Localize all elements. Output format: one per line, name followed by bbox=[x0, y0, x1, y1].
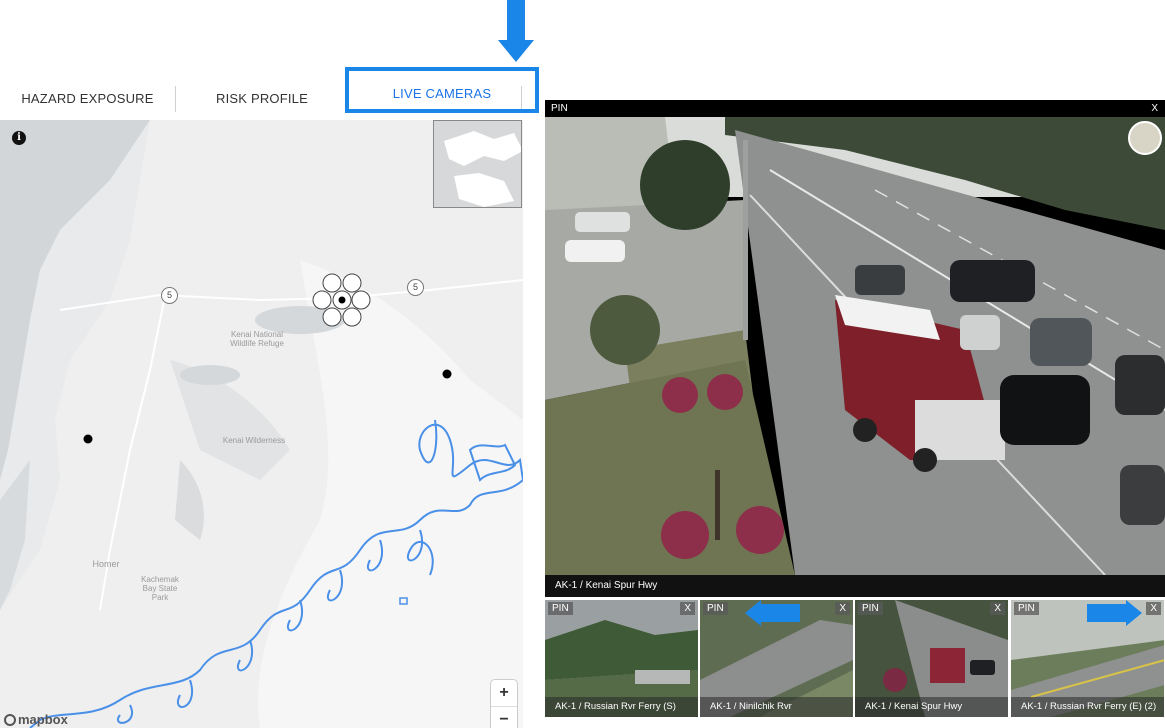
camera-marker[interactable] bbox=[83, 434, 93, 444]
zoom-in-button[interactable]: + bbox=[491, 680, 517, 706]
minimap[interactable] bbox=[433, 120, 522, 208]
route-shield-5: 5 bbox=[161, 287, 178, 304]
pin-button[interactable]: PIN bbox=[1014, 602, 1039, 615]
label-kachemak-bay: Kachemak Bay State Park bbox=[141, 575, 179, 602]
label-kenai-wilderness: Kenai Wilderness bbox=[222, 436, 286, 445]
main-camera-view[interactable]: PIN X AK-1 / Kenai Spur Hwy bbox=[545, 100, 1165, 597]
close-button[interactable]: X bbox=[835, 602, 850, 615]
pin-button[interactable]: PIN bbox=[703, 602, 728, 615]
info-icon[interactable]: i bbox=[12, 131, 26, 145]
camera-image bbox=[545, 117, 1165, 576]
map-basemap bbox=[0, 120, 523, 728]
close-button[interactable]: X bbox=[1151, 103, 1158, 114]
pin-button[interactable]: PIN bbox=[548, 602, 573, 615]
thumbnail-caption: AK-1 / Kenai Spur Hwy bbox=[855, 697, 1008, 717]
map-view[interactable]: i 5 5 Kenai National Wildlife Refuge Ken… bbox=[0, 120, 523, 728]
mapbox-logo[interactable]: mapbox bbox=[4, 712, 68, 727]
thumbnail-caption: AK-1 / Ninilchik Rvr bbox=[700, 697, 853, 717]
pin-button[interactable]: PIN bbox=[551, 103, 568, 114]
arrow-right-icon[interactable] bbox=[1087, 600, 1142, 626]
close-button[interactable]: X bbox=[680, 602, 695, 615]
camera-thumbnail[interactable]: PIN X AK-1 / Russian Rvr Ferry (S) bbox=[545, 600, 698, 717]
camera-marker[interactable] bbox=[442, 369, 452, 379]
route-shield-5: 5 bbox=[407, 279, 424, 296]
thumbnail-caption: AK-1 / Russian Rvr Ferry (E) (2) bbox=[1011, 697, 1164, 717]
mapbox-icon bbox=[4, 713, 16, 726]
minimap-world-shape bbox=[434, 121, 521, 207]
pointer-arrow-down-icon bbox=[498, 0, 534, 62]
camera-thumbnail-strip: PIN X AK-1 / Russian Rvr Ferry (S) PIN X… bbox=[545, 600, 1165, 717]
tab-bar: HAZARD EXPOSURE RISK PROFILE LIVE CAMERA… bbox=[0, 67, 540, 120]
close-button[interactable]: X bbox=[990, 602, 1005, 615]
label-homer: Homer bbox=[92, 559, 120, 569]
zoom-out-button[interactable]: − bbox=[491, 706, 517, 728]
thumbnail-caption: AK-1 / Russian Rvr Ferry (S) bbox=[545, 697, 698, 717]
label-kenai-refuge: Kenai National Wildlife Refuge bbox=[230, 330, 284, 348]
tab-hazard-exposure[interactable]: HAZARD EXPOSURE bbox=[0, 78, 175, 120]
close-button[interactable]: X bbox=[1146, 602, 1161, 615]
zoom-control: + − bbox=[491, 680, 517, 728]
pin-button[interactable]: PIN bbox=[858, 602, 883, 615]
camera-toolbar bbox=[545, 100, 1165, 117]
tab-live-cameras[interactable]: LIVE CAMERAS bbox=[345, 67, 539, 113]
camera-thumbnail-selected[interactable]: PIN X AK-1 / Kenai Spur Hwy bbox=[855, 600, 1008, 717]
tab-risk-profile[interactable]: RISK PROFILE bbox=[176, 78, 348, 120]
camera-caption: AK-1 / Kenai Spur Hwy bbox=[555, 580, 658, 591]
arrow-left-icon[interactable] bbox=[745, 600, 800, 626]
